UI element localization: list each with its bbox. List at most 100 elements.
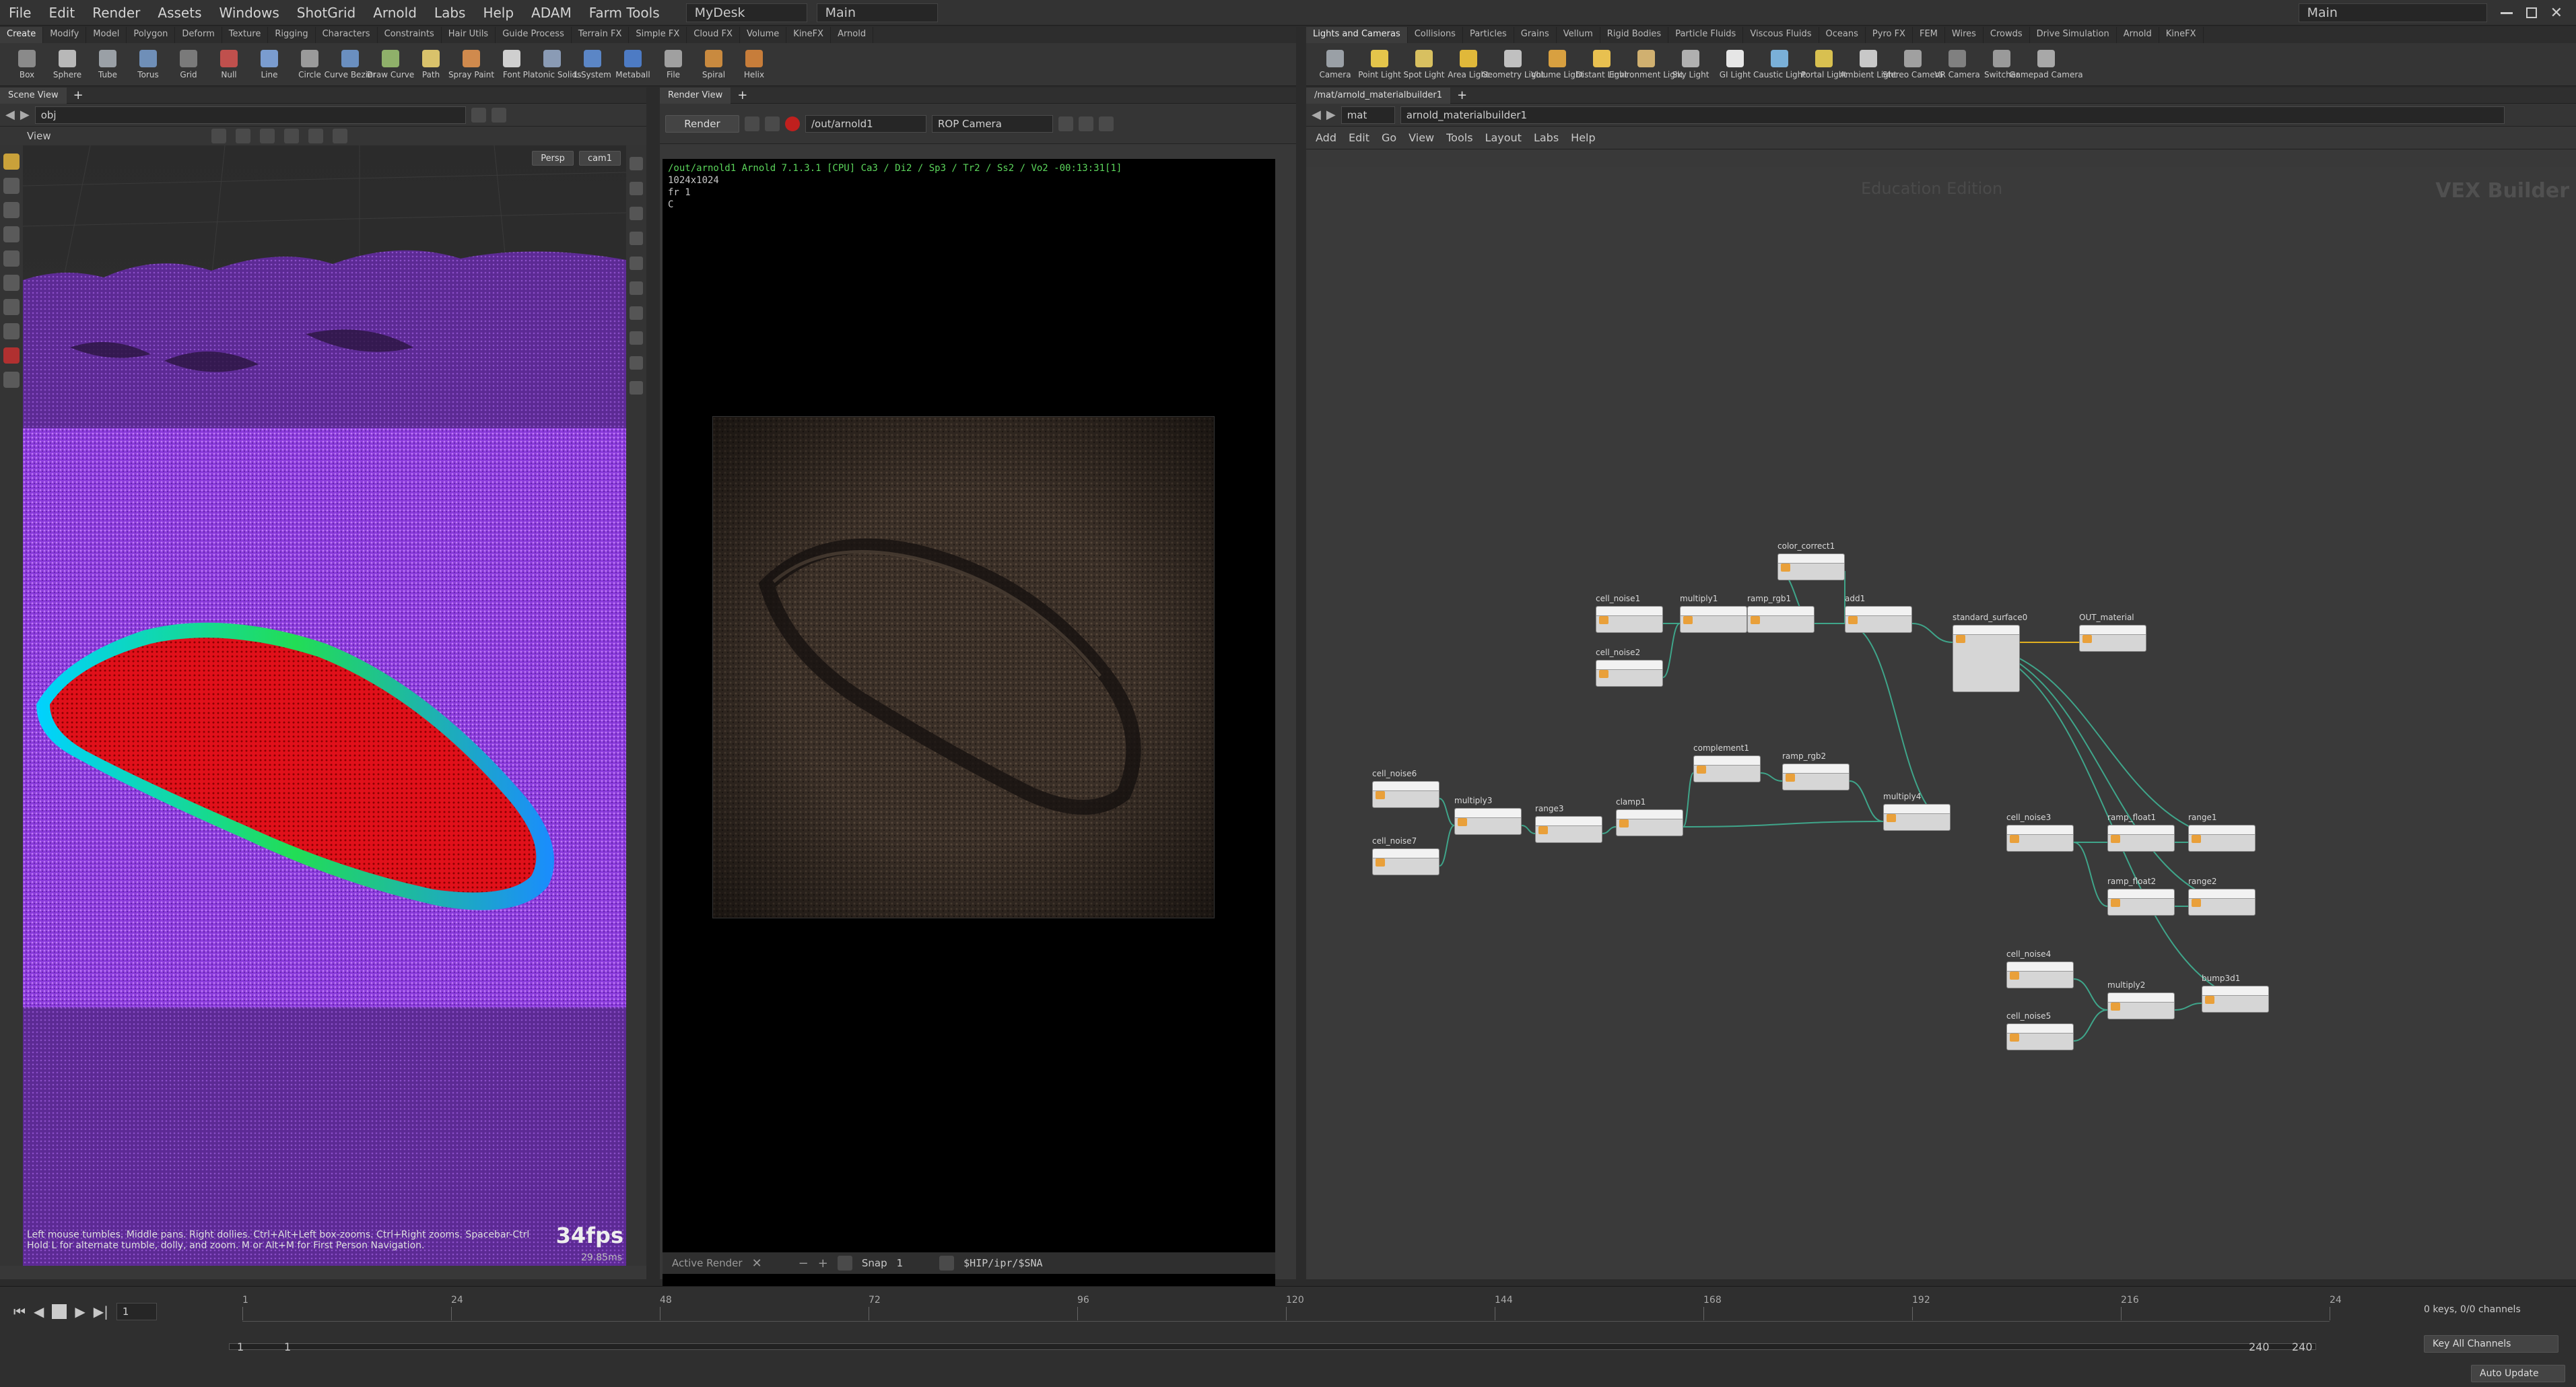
wireframe-icon[interactable] (630, 257, 643, 270)
menu-shotgrid[interactable]: ShotGrid (288, 5, 364, 21)
rop-field[interactable]: /out/arnold1 (805, 114, 926, 133)
add-tab-icon[interactable]: + (1450, 88, 1474, 102)
net-menu-help[interactable]: Help (1571, 131, 1595, 144)
node-multiply4[interactable]: multiply4 (1883, 792, 1952, 834)
node-wire[interactable] (2073, 1009, 2108, 1042)
region-icon[interactable] (1058, 116, 1073, 131)
shelf-tool[interactable]: Sky Light (1668, 43, 1713, 86)
window-close-icon[interactable]: ✕ (2550, 5, 2563, 22)
net-menu-view[interactable]: View (1409, 131, 1434, 144)
window-min-icon[interactable] (2500, 11, 2513, 14)
menu-file[interactable]: File (0, 5, 40, 21)
node-multiply1[interactable]: multiply1 (1680, 594, 1749, 636)
shelf-tab[interactable]: Polygon (127, 27, 176, 43)
node-range2[interactable]: range2 (2188, 877, 2257, 918)
shelf-tool[interactable]: Spray Paint (448, 43, 494, 86)
node-bump3d1[interactable]: bump3d1 (2202, 974, 2270, 1015)
desk-selector[interactable]: MyDesk (685, 3, 807, 22)
view-tool-icon[interactable] (3, 323, 20, 339)
shelf-tab[interactable]: Characters (316, 27, 378, 43)
points-icon[interactable] (630, 281, 643, 295)
minus-icon[interactable]: − (799, 1256, 809, 1271)
shelf-tab[interactable]: Create (0, 27, 44, 43)
shelf-tool[interactable]: File (653, 43, 693, 86)
shelf-tab[interactable]: Particle Fluids (1668, 27, 1744, 43)
shelf-tool[interactable]: Spiral (693, 43, 734, 86)
frame-field[interactable]: 1 (116, 1303, 157, 1320)
range-slider[interactable] (229, 1343, 2316, 1350)
net-path-2[interactable]: arnold_materialbuilder1 (1400, 106, 2505, 124)
node-wire[interactable] (1683, 821, 1884, 827)
shelf-tool[interactable]: Caustic Light (1753, 43, 1806, 86)
camera-icon[interactable] (333, 129, 347, 143)
node-ramp-rgb1[interactable]: ramp_rgb1 (1747, 594, 1816, 636)
magnet-tool-icon[interactable] (3, 347, 20, 364)
shelf-tab[interactable]: Deform (175, 27, 222, 43)
shelf-tool[interactable]: Tube (88, 43, 128, 86)
shelf-tool[interactable]: Camera (1313, 43, 1357, 86)
jump-start-icon[interactable]: ⏮ (13, 1304, 26, 1320)
shading-icon[interactable] (630, 232, 643, 245)
node-ramp-float2[interactable]: ramp_float2 (2107, 877, 2176, 918)
lock-icon[interactable] (630, 182, 643, 195)
node-wire[interactable] (2073, 842, 2108, 907)
node-cell-noise5[interactable]: cell_noise5 (2006, 1011, 2075, 1053)
back-icon[interactable]: ◀ (1312, 108, 1321, 122)
grid-icon[interactable] (284, 129, 299, 143)
camera-snap-icon[interactable] (837, 1256, 852, 1271)
shelf-tool[interactable]: Stereo Camera (1883, 43, 1943, 86)
shelf-tab[interactable]: Guide Process (496, 27, 572, 43)
node-cell-noise2[interactable]: cell_noise2 (1596, 648, 1664, 689)
forward-icon[interactable]: ▶ (20, 108, 30, 122)
tab-render-view[interactable]: Render View (660, 87, 731, 104)
scale-tool-icon[interactable] (3, 226, 20, 242)
shelf-tool[interactable]: Point Light (1357, 43, 1402, 86)
auto-update-menu[interactable]: Auto Update (2471, 1365, 2565, 1382)
shelf-tab[interactable]: Drive Simulation (2030, 27, 2117, 43)
key-all-channels-button[interactable]: Key All Channels (2424, 1335, 2558, 1353)
node-cell-noise1[interactable]: cell_noise1 (1596, 594, 1664, 636)
active-render-label[interactable]: Active Render (672, 1257, 743, 1269)
net-menu-go[interactable]: Go (1382, 131, 1396, 144)
node-wire[interactable] (1683, 772, 1694, 827)
shelf-tool[interactable]: Volume Light (1531, 43, 1584, 86)
range-start-1[interactable]: 1 (237, 1341, 244, 1353)
menu-adam[interactable]: ADAM (522, 5, 580, 21)
shelf-tool[interactable]: GI Light (1713, 43, 1757, 86)
net-menu-layout[interactable]: Layout (1485, 131, 1522, 144)
node-wire[interactable] (1439, 798, 1455, 826)
node-wire[interactable] (1439, 825, 1455, 867)
net-menu-labs[interactable]: Labs (1534, 131, 1559, 144)
shelf-tool[interactable]: Path (411, 43, 451, 86)
forward-icon[interactable]: ▶ (1326, 108, 1336, 122)
shelf-tab[interactable]: Vellum (1557, 27, 1600, 43)
select-tool-icon[interactable] (3, 154, 20, 170)
add-tab-icon[interactable]: + (67, 88, 90, 102)
node-out-material[interactable]: OUT_material (2079, 613, 2148, 654)
shelf-tab[interactable]: Viscous Fluids (1743, 27, 1819, 43)
right-main-selector[interactable]: Main (2298, 3, 2487, 22)
node-clamp1[interactable]: clamp1 (1616, 797, 1685, 839)
shelf-tool[interactable]: Null (209, 43, 249, 86)
menu-labs[interactable]: Labs (426, 5, 475, 21)
select-mode-icon[interactable] (211, 129, 226, 143)
step-back-icon[interactable]: ◀ (34, 1304, 44, 1320)
node-wire[interactable] (1602, 826, 1617, 834)
hip-path[interactable]: $HIP/ipr/$SNA (963, 1257, 1042, 1269)
save-snap-icon[interactable] (939, 1256, 955, 1271)
shelf-tool[interactable]: VR Camera (1934, 43, 1980, 86)
shelf-tab[interactable]: Lights and Cameras (1306, 27, 1408, 43)
shelf-tab[interactable]: Terrain FX (572, 27, 630, 43)
node-ramp-float1[interactable]: ramp_float1 (2107, 813, 2176, 854)
shelf-tool[interactable]: Draw Curve (367, 43, 414, 86)
node-range3[interactable]: range3 (1535, 804, 1604, 846)
background-icon[interactable] (630, 381, 643, 395)
bounding-icon[interactable] (630, 331, 643, 345)
paint-tool-icon[interactable] (3, 299, 20, 315)
shelf-tool[interactable]: Environment Light (1609, 43, 1683, 86)
shelf-tool[interactable]: Geometry Light (1481, 43, 1545, 86)
shelf-tab[interactable]: FEM (1913, 27, 1945, 43)
menu-assets[interactable]: Assets (149, 5, 210, 21)
shelf-tab[interactable]: Rigid Bodies (1600, 27, 1669, 43)
refresh-icon[interactable] (745, 116, 759, 131)
